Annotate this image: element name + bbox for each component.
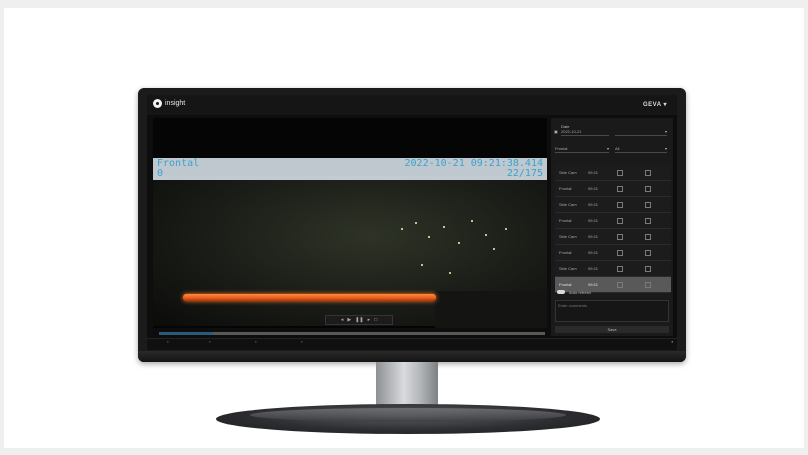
brand-text: GEVA: [642, 102, 662, 108]
checkbox[interactable]: [645, 186, 651, 192]
spark: [449, 272, 451, 274]
spark: [471, 220, 473, 222]
playback-progress-bar[interactable]: [159, 332, 545, 335]
list-item[interactable]: Side Cam 09:21: [555, 229, 671, 245]
pause-icon[interactable]: ❚❚: [355, 317, 363, 323]
list-item[interactable]: Side Cam 09:21: [555, 197, 671, 213]
spark: [505, 228, 507, 230]
app-topbar: insight GEVA ▾: [147, 95, 677, 115]
row-time: 09:21: [588, 234, 599, 239]
checkbox[interactable]: [617, 266, 623, 272]
row-camera: Side Cam: [559, 170, 577, 175]
timeline-tick[interactable]: ▪: [287, 340, 317, 344]
spark: [401, 228, 403, 230]
row-time: 09:21: [588, 170, 599, 175]
brand-label: GEVA ▾: [643, 101, 667, 108]
row-camera: Side Cam: [559, 234, 577, 239]
row-camera: Side Cam: [559, 266, 577, 271]
step-back-icon[interactable]: ◂: [341, 317, 344, 323]
calendar-icon[interactable]: ▣: [554, 129, 558, 134]
notes-placeholder: Enter comments: [558, 303, 588, 308]
row-time: 09:21: [588, 202, 599, 207]
event-list: Side Cam 09:21 Frontal 09:21 Side Cam 09:21…: [555, 165, 671, 293]
step-forward-icon[interactable]: ▸: [368, 317, 371, 323]
checkbox[interactable]: [645, 234, 651, 240]
toggle-switch[interactable]: [557, 290, 565, 294]
screen: insight GEVA ▾ Frontal 0 2022-10-21 09:2…: [147, 95, 677, 350]
play-icon[interactable]: ▶: [347, 317, 351, 323]
spark: [415, 222, 417, 224]
spark: [421, 264, 423, 266]
event-filter-value: All: [615, 146, 620, 151]
frame-counter: 22/175: [506, 168, 543, 179]
checkbox[interactable]: [645, 266, 651, 272]
fullscreen-icon[interactable]: □: [374, 317, 377, 323]
spark: [485, 234, 487, 236]
row-time: 09:21: [588, 250, 599, 255]
spark: [428, 236, 430, 238]
checkbox[interactable]: [617, 282, 623, 288]
row-camera: Frontal: [559, 186, 572, 191]
chevron-down-icon: ▾: [664, 129, 667, 134]
progress-fill: [159, 332, 214, 335]
list-item[interactable]: Frontal 09:21: [555, 181, 671, 197]
monitor-chin: [138, 351, 686, 362]
list-item[interactable]: Side Cam 09:21: [555, 261, 671, 277]
spark: [493, 248, 495, 250]
chevron-down-icon: ▾: [664, 146, 667, 151]
playback-controls: ◂ ▶ ❚❚ ▸ □: [325, 315, 393, 325]
timeline-strip[interactable]: ▪ ▪ ▪ ▪ ▪: [147, 338, 677, 350]
date-value: 2022-10-21: [561, 129, 582, 134]
save-button[interactable]: Save: [555, 326, 669, 333]
camera-filter-value: Frontal: [555, 146, 568, 151]
timeline-tick[interactable]: ▪: [195, 340, 225, 344]
toggle-label: Auto refresh: [569, 290, 591, 295]
dropdown-a[interactable]: ▾: [615, 128, 667, 136]
checkbox[interactable]: [645, 282, 651, 288]
machine-shadow: [435, 291, 547, 328]
video-player[interactable]: Frontal 0 2022-10-21 09:21:38.414 22/175…: [153, 118, 547, 328]
video-overlay: Frontal 0 2022-10-21 09:21:38.414 22/175: [153, 158, 547, 180]
row-time: 09:21: [588, 266, 599, 271]
event-filter-select[interactable]: All ▾: [615, 145, 667, 153]
monitor: insight GEVA ▾ Frontal 0 2022-10-21 09:2…: [138, 88, 686, 362]
checkbox[interactable]: [645, 202, 651, 208]
camera-filter-select[interactable]: Frontal ▾: [555, 145, 609, 153]
list-item[interactable]: Side Cam 09:21: [555, 165, 671, 181]
notes-textarea[interactable]: Enter comments: [555, 300, 669, 322]
row-camera: Frontal: [559, 250, 572, 255]
timeline-tick[interactable]: ▪: [241, 340, 271, 344]
row-camera: Side Cam: [559, 202, 577, 207]
checkbox[interactable]: [645, 218, 651, 224]
hot-steel-bar: [183, 294, 436, 301]
checkbox[interactable]: [617, 202, 623, 208]
list-item[interactable]: Frontal 09:21: [555, 213, 671, 229]
timeline-tick[interactable]: ▪: [153, 340, 183, 344]
camera-label: Frontal: [157, 158, 200, 169]
list-item[interactable]: Frontal 09:21: [555, 245, 671, 261]
checkbox[interactable]: [617, 186, 623, 192]
video-frame: [153, 176, 547, 328]
spark: [443, 226, 445, 228]
checkbox[interactable]: [617, 170, 623, 176]
checkbox[interactable]: [617, 218, 623, 224]
checkbox[interactable]: [645, 250, 651, 256]
logo-icon: [153, 99, 162, 108]
monitor-base-highlight: [250, 408, 566, 422]
date-field[interactable]: 2022-10-21: [561, 128, 609, 136]
chevron-down-icon[interactable]: ▾: [663, 102, 667, 108]
timeline-end-marker: ▪: [671, 339, 673, 344]
spark: [458, 242, 460, 244]
row-time: 09:21: [588, 218, 599, 223]
app-logo[interactable]: insight: [153, 99, 185, 108]
checkbox[interactable]: [617, 250, 623, 256]
checkbox[interactable]: [617, 234, 623, 240]
row-camera: Frontal: [559, 218, 572, 223]
logo-text: insight: [165, 100, 186, 107]
camera-index: 0: [157, 168, 164, 179]
event-sidebar: Date ▣ 2022-10-21 ▾ Frontal ▾ All ▾ Side C…: [551, 118, 673, 336]
checkbox[interactable]: [645, 170, 651, 176]
row-time: 09:21: [588, 186, 599, 191]
chevron-down-icon: ▾: [606, 146, 609, 151]
